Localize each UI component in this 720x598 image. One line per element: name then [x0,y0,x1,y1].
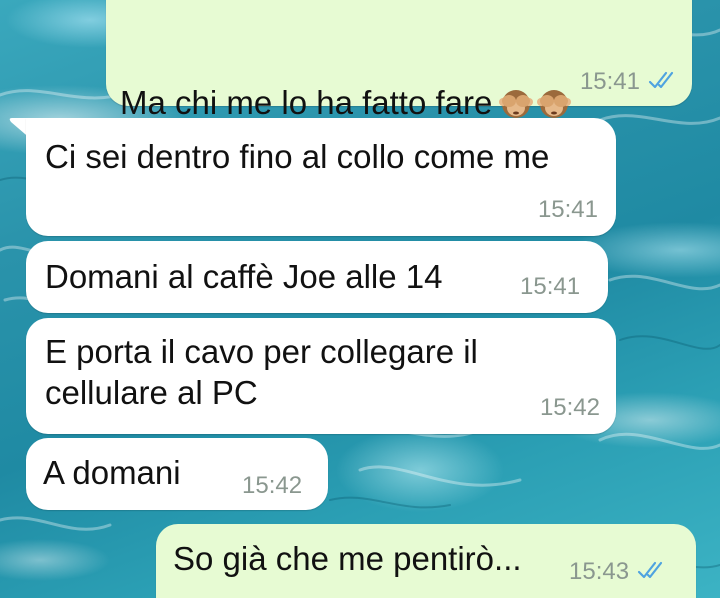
message-time: 15:42 [242,472,303,499]
message-time: 15:42 [539,394,600,421]
message-meta: 15:42 [242,472,302,500]
message-bubble-incoming[interactable]: Domani al caffè Joe alle 14 15:41 [26,241,608,313]
message-bubble-incoming[interactable]: Ci sei dentro fino al collo come me 15:4… [26,118,616,236]
message-meta: 15:41 [520,273,580,301]
message-bubble-outgoing[interactable]: So già che me pentirò... 15:43 [156,524,696,598]
message-time: 15:41 [520,273,581,300]
double-check-icon [648,68,678,96]
message-text: A domani [43,454,181,491]
message-bubble-incoming[interactable]: A domani 15:42 [26,438,328,510]
message-text: Ci sei dentro fino al collo come me [45,138,550,175]
message-meta: 15:41 [538,196,598,224]
see-no-evil-monkey-icon [536,45,572,129]
message-meta: 15:41 [580,68,678,96]
message-text: So già che me pentirò... [173,540,522,577]
double-check-icon [637,558,667,586]
message-time: 15:41 [537,196,598,223]
message-time: 15:41 [579,68,640,95]
message-meta: 15:42 [540,394,600,422]
message-text: Ma chi me lo ha fatto fare [120,4,572,129]
message-time: 15:43 [569,558,630,585]
message-bubble-outgoing[interactable]: Ma chi me lo ha fatto fare 15:41 [106,0,692,121]
message-text: Domani al caffè Joe alle 14 [45,258,443,295]
message-bubble-incoming[interactable]: E porta il cavo per collegare il cellula… [26,318,616,434]
message-text: E porta il cavo per collegare il cellula… [45,333,478,411]
see-no-evil-monkey-icon [498,45,534,129]
message-meta: 15:43 [569,558,667,586]
